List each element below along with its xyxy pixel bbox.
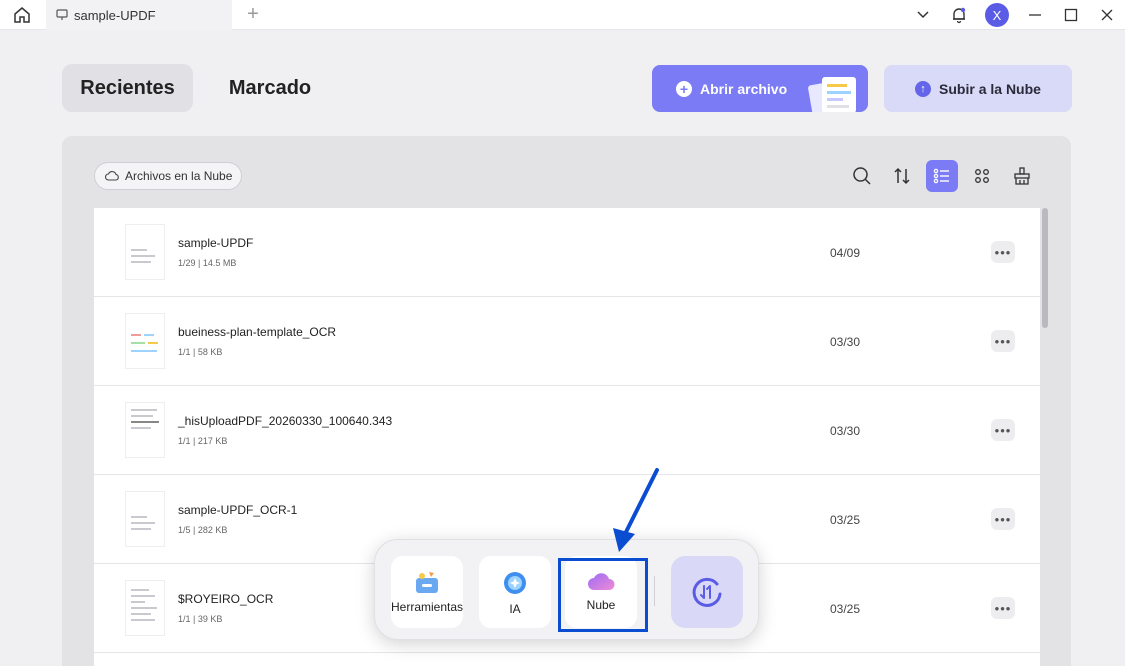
- file-name: $ROYEIRO_OCR: [178, 592, 274, 606]
- grid-view-button[interactable]: [966, 160, 998, 192]
- file-meta: 1/5 | 282 KB: [178, 525, 228, 535]
- open-file-label: Abrir archivo: [700, 80, 788, 97]
- sync-convert-icon: [692, 577, 722, 607]
- notifications-button[interactable]: [941, 0, 977, 30]
- chevron-down-button[interactable]: [905, 0, 941, 30]
- document-tab[interactable]: sample-UPDF: [46, 0, 232, 30]
- convert-dock-button[interactable]: [671, 556, 743, 628]
- file-meta: 1/1 | 58 KB: [178, 347, 223, 357]
- open-file-button[interactable]: + Abrir archivo: [652, 65, 868, 112]
- close-button[interactable]: [1089, 0, 1125, 30]
- documents-illustration-icon: [808, 77, 856, 112]
- more-options-button[interactable]: •••: [991, 419, 1015, 441]
- plus-icon: +: [676, 80, 692, 97]
- file-date: 03/25: [830, 513, 861, 527]
- more-options-button[interactable]: •••: [991, 330, 1015, 352]
- grid-view-icon: [975, 169, 989, 183]
- tab-recent[interactable]: Recientes: [62, 64, 193, 112]
- scrollbar-thumb[interactable]: [1042, 208, 1048, 328]
- cloud-files-filter[interactable]: Archivos en la Nube: [94, 162, 242, 190]
- file-date: 03/30: [830, 335, 861, 349]
- file-thumbnail: [125, 313, 165, 369]
- file-meta: 1/29 | 14.5 MB: [178, 258, 237, 268]
- file-thumbnail: [125, 580, 165, 636]
- file-name: sample-UPDF: [178, 236, 254, 250]
- search-button[interactable]: [846, 160, 878, 192]
- avatar[interactable]: X: [985, 3, 1009, 27]
- upload-icon: ↑: [915, 80, 932, 97]
- file-row[interactable]: _hisUploadPDF_20260330_100640.343 1/1 | …: [94, 386, 1040, 475]
- ai-label: IA: [509, 602, 521, 616]
- minimize-button[interactable]: [1017, 0, 1053, 30]
- list-view-button[interactable]: [926, 160, 958, 192]
- title-bar: sample-UPDF + X: [0, 0, 1125, 30]
- search-icon: [853, 167, 871, 185]
- more-options-button[interactable]: •••: [991, 241, 1015, 263]
- file-name: bueiness-plan-template_OCR: [178, 325, 337, 339]
- tab-marked[interactable]: Marcado: [210, 64, 330, 112]
- sort-icon: [894, 167, 910, 185]
- maximize-icon: [1064, 8, 1078, 22]
- upload-cloud-button[interactable]: ↑ Subir a la Nube: [884, 65, 1072, 112]
- highlight-box: [558, 558, 648, 632]
- dock-divider: [654, 576, 655, 606]
- new-tab-button[interactable]: +: [242, 3, 264, 25]
- minimize-icon: [1029, 14, 1041, 16]
- sort-button[interactable]: [886, 160, 918, 192]
- more-options-button[interactable]: •••: [991, 597, 1015, 619]
- file-date: 03/30: [830, 424, 861, 438]
- file-date: 04/09: [830, 246, 861, 260]
- file-thumbnail: [125, 402, 165, 458]
- file-thumbnail: [125, 491, 165, 547]
- home-button[interactable]: [8, 2, 36, 28]
- broom-icon: [1014, 167, 1030, 185]
- annotation-arrow-icon: [613, 468, 659, 552]
- close-icon: [1101, 9, 1113, 21]
- list-view-icon: [933, 168, 949, 184]
- tools-dock-button[interactable]: Herramientas: [391, 556, 463, 628]
- more-options-button[interactable]: •••: [991, 508, 1015, 530]
- chevron-down-icon: [917, 11, 929, 19]
- file-date: 03/25: [830, 602, 861, 616]
- maximize-button[interactable]: [1053, 0, 1089, 30]
- file-thumbnail: [125, 224, 165, 280]
- monitor-icon: [56, 9, 68, 20]
- file-meta: 1/1 | 217 KB: [178, 436, 228, 446]
- cloud-icon: [105, 171, 119, 181]
- clear-history-button[interactable]: [1006, 160, 1038, 192]
- home-icon: [14, 7, 30, 23]
- toolbox-icon: [416, 572, 438, 593]
- ai-assistant-icon: [504, 572, 526, 594]
- ai-dock-button[interactable]: IA: [479, 556, 551, 628]
- file-row[interactable]: sample-UPDF 1/29 | 14.5 MB 04/09 •••: [94, 208, 1040, 297]
- tab-title: sample-UPDF: [74, 7, 156, 23]
- cloud-files-label: Archivos en la Nube: [125, 169, 233, 183]
- bell-icon: [953, 7, 966, 24]
- file-meta: 1/1 | 39 KB: [178, 614, 223, 624]
- file-row[interactable]: bueiness-plan-template_OCR 1/1 | 58 KB 0…: [94, 297, 1040, 386]
- view-toolbar: [846, 160, 1046, 192]
- file-name: _hisUploadPDF_20260330_100640.343: [178, 414, 393, 428]
- tools-label: Herramientas: [390, 600, 464, 614]
- file-name: sample-UPDF_OCR-1: [178, 503, 298, 517]
- upload-cloud-label: Subir a la Nube: [939, 80, 1041, 97]
